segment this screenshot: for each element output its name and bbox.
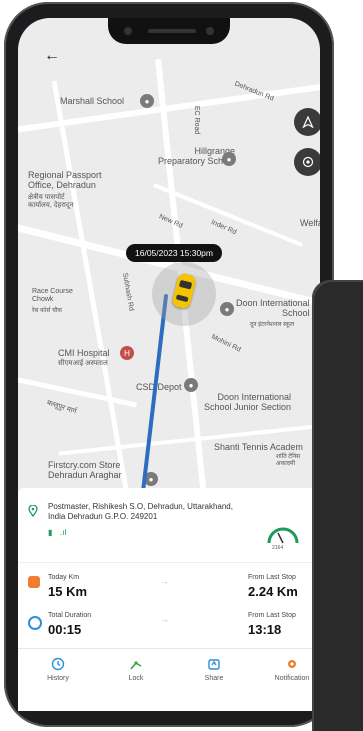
- nav-lock-label: Lock: [128, 675, 144, 682]
- recenter-icon[interactable]: [294, 148, 320, 176]
- camera-dot: [124, 27, 132, 35]
- total-duration-label: Total Duration: [48, 612, 92, 619]
- from-last-stop-label: From Last Stop: [248, 612, 296, 619]
- arrow-right-icon: →: [160, 614, 169, 624]
- battery-icon: ▮: [48, 528, 53, 537]
- address-text: Postmaster, Rishikesh S.O, Dehradun, Utt…: [48, 502, 233, 522]
- distance-icon: [28, 576, 40, 588]
- nav-lock[interactable]: Lock: [106, 657, 166, 682]
- timestamp-label: 16/05/2023 15:30pm: [126, 244, 222, 262]
- phone-notch: [108, 18, 230, 44]
- bell-icon: [285, 657, 299, 671]
- car-windshield: [178, 279, 193, 290]
- navigation-icon[interactable]: [294, 108, 320, 136]
- speed-value: 2164: [272, 545, 284, 551]
- from-last-stop-distance: 2.24 Km: [248, 584, 298, 599]
- nav-share[interactable]: Share: [184, 657, 244, 682]
- history-icon: [51, 657, 65, 671]
- location-pin-icon: [28, 504, 38, 518]
- nav-share-label: Share: [204, 675, 224, 682]
- clock-icon: [28, 616, 42, 630]
- trip-info-card: Postmaster, Rishikesh S.O, Dehradun, Utt…: [18, 488, 320, 648]
- nav-history-label: History: [47, 675, 69, 682]
- car-rear-window: [175, 294, 189, 303]
- share-icon: [207, 657, 221, 671]
- today-km-value: 15 Km: [48, 584, 88, 599]
- gps-device-image: [312, 280, 363, 731]
- from-last-stop-duration: 13:18: [248, 622, 282, 637]
- nav-notification-label: Notification: [274, 675, 310, 682]
- arrow-right-icon: →: [160, 576, 169, 586]
- today-km-label: Today Km: [48, 574, 80, 581]
- back-arrow-icon[interactable]: ←: [44, 48, 64, 64]
- sensor-dot: [206, 27, 214, 35]
- divider: [18, 562, 320, 563]
- signal-icon: .ıl: [60, 528, 67, 537]
- bottom-navigation: History Lock Share Notification: [18, 648, 320, 711]
- speaker-slot: [148, 29, 196, 33]
- lock-icon: [129, 657, 143, 671]
- from-last-stop-label: From Last Stop: [248, 574, 296, 581]
- total-duration-value: 00:15: [48, 622, 82, 637]
- nav-history[interactable]: History: [28, 657, 88, 682]
